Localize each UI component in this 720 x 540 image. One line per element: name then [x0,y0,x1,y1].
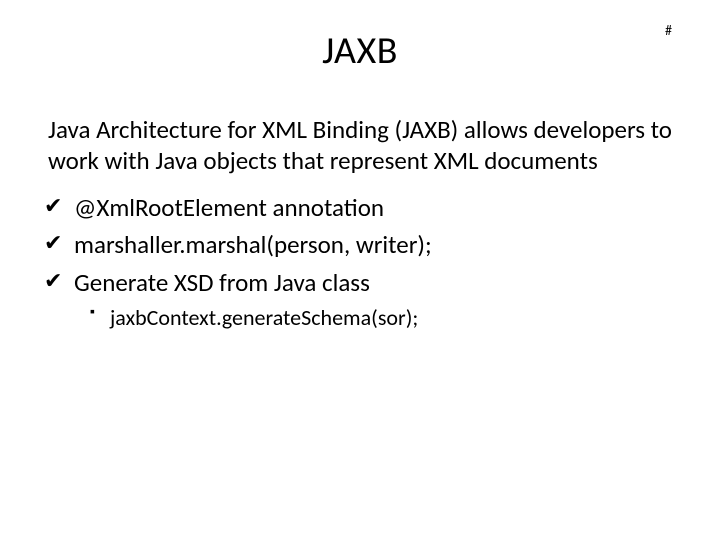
page-marker: # [665,22,672,39]
intro-paragraph: Java Architecture for XML Binding (JAXB)… [48,114,672,177]
bullet-item: @XmlRootElement annotation [40,189,680,227]
slide-title: JAXB [40,28,680,74]
sub-bullet-item: jaxbContext.generateSchema(sor); [40,301,680,334]
bullet-item: marshaller.marshal(person, writer); [40,226,680,264]
slide: # JAXB Java Architecture for XML Binding… [0,0,720,540]
bullet-list: @XmlRootElement annotation marshaller.ma… [40,189,680,302]
sub-bullet-list: jaxbContext.generateSchema(sor); [40,301,680,334]
bullet-item: Generate XSD from Java class [40,264,680,302]
